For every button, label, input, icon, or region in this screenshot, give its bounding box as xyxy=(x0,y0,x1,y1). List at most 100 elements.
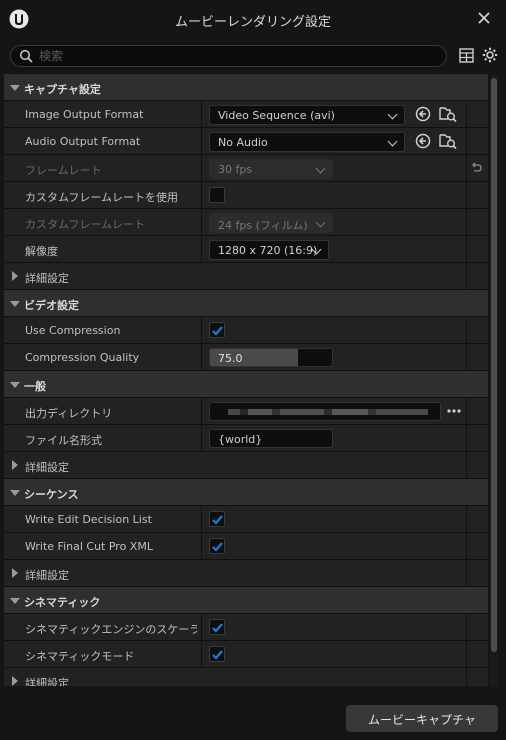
advanced-group-sequence[interactable]: 詳細設定 xyxy=(4,560,488,587)
advanced-label: 詳細設定 xyxy=(25,569,69,582)
scrollbar-thumb[interactable] xyxy=(491,78,497,652)
category-title: キャプチャ設定 xyxy=(24,83,101,96)
window-title: ムービーレンダリング設定 xyxy=(174,15,331,30)
expand-arrow-icon[interactable] xyxy=(12,460,18,470)
property-label: Write Final Cut Pro XML xyxy=(25,540,153,553)
property-row-use-compression: Use Compression xyxy=(4,317,488,344)
slider-value: 75.0 xyxy=(218,352,243,365)
table-icon[interactable] xyxy=(459,48,474,63)
property-label: カスタムフレームレートを使用 xyxy=(25,191,179,204)
browse-asset-icon[interactable] xyxy=(439,105,457,123)
resolution-combo[interactable]: 1280 x 720 (16:9) xyxy=(209,240,329,260)
checkmark-icon xyxy=(212,542,223,552)
property-row-custom-frame-rate: カスタムフレームレート 24 fps (フィルム) xyxy=(4,209,488,236)
checkmark-icon xyxy=(212,326,223,336)
category-video[interactable]: ビデオ設定 xyxy=(4,290,488,317)
back-arrow-icon[interactable] xyxy=(415,106,431,122)
checkmark-icon xyxy=(212,623,223,633)
expand-arrow-icon[interactable] xyxy=(12,568,18,578)
search-icon xyxy=(19,49,33,63)
category-title: 一般 xyxy=(24,380,46,393)
custom-frame-rate-combo: 24 fps (フィルム) xyxy=(209,213,333,233)
title-bar: ムービーレンダリング設定 xyxy=(0,0,506,38)
category-cinematic[interactable]: シネマティック xyxy=(4,587,488,614)
property-label: 解像度 xyxy=(25,245,58,258)
advanced-group-general[interactable]: 詳細設定 xyxy=(4,452,488,479)
chevron-down-icon xyxy=(315,217,326,228)
use-custom-frame-rate-checkbox[interactable] xyxy=(209,187,225,203)
cinematic-scalability-checkbox[interactable] xyxy=(209,619,225,635)
property-label: ファイル名形式 xyxy=(25,434,102,447)
capture-movie-button[interactable]: ムービーキャプチャ xyxy=(346,705,498,732)
back-arrow-icon[interactable] xyxy=(415,133,431,149)
collapse-arrow-icon[interactable] xyxy=(10,85,20,91)
combo-value: Video Sequence (avi) xyxy=(218,109,335,122)
filename-format-field[interactable]: {world} xyxy=(209,429,333,448)
chevron-down-icon xyxy=(387,136,398,147)
advanced-label: 詳細設定 xyxy=(25,272,69,285)
expand-arrow-icon[interactable] xyxy=(12,676,18,686)
category-capture[interactable]: キャプチャ設定 xyxy=(4,74,488,101)
property-label: Image Output Format xyxy=(25,108,144,121)
compression-quality-slider[interactable]: 75.0 xyxy=(209,348,333,367)
property-row-image-output-format: Image Output Format Video Sequence (avi) xyxy=(4,101,488,128)
combo-value: No Audio xyxy=(218,136,268,149)
property-label: フレームレート xyxy=(25,164,102,177)
property-row-frame-rate: フレームレート 30 fps xyxy=(4,155,488,182)
chevron-down-icon xyxy=(315,163,326,174)
footer: ムービーキャプチャ xyxy=(0,686,506,740)
cinematic-mode-checkbox[interactable] xyxy=(209,646,225,662)
combo-value: 1280 x 720 (16:9) xyxy=(218,244,318,257)
gear-icon[interactable] xyxy=(482,47,498,63)
property-row-cinematic-mode: シネマティックモード xyxy=(4,641,488,668)
collapse-arrow-icon[interactable] xyxy=(10,382,20,388)
property-row-compression-quality: Compression Quality 75.0 xyxy=(4,344,488,371)
checkmark-icon xyxy=(212,515,223,525)
checkmark-icon xyxy=(212,650,223,660)
property-label: カスタムフレームレート xyxy=(25,218,146,231)
property-row-cinematic-scalability: シネマティックエンジンのスケーラ… xyxy=(4,614,488,641)
search-box[interactable] xyxy=(10,45,447,67)
property-label: シネマティックモード xyxy=(25,650,135,663)
write-fcp-xml-checkbox[interactable] xyxy=(209,538,225,554)
property-row-audio-output-format: Audio Output Format No Audio xyxy=(4,128,488,155)
property-row-resolution: 解像度 1280 x 720 (16:9) xyxy=(4,236,488,263)
collapse-arrow-icon[interactable] xyxy=(10,490,20,496)
category-title: シーケンス xyxy=(24,488,79,501)
category-general[interactable]: 一般 xyxy=(4,371,488,398)
search-input[interactable] xyxy=(39,47,439,65)
category-title: ビデオ設定 xyxy=(24,299,79,312)
redacted-path xyxy=(228,409,428,415)
write-edl-checkbox[interactable] xyxy=(209,511,225,527)
property-row-filename-format: ファイル名形式 {world} xyxy=(4,425,488,452)
property-row-use-custom-frame-rate: カスタムフレームレートを使用 xyxy=(4,182,488,209)
browse-asset-icon[interactable] xyxy=(439,132,457,150)
category-sequence[interactable]: シーケンス xyxy=(4,479,488,506)
property-row-output-directory: 出力ディレクトリ xyxy=(4,398,488,425)
more-dots-icon[interactable] xyxy=(447,408,461,414)
combo-value: 30 fps xyxy=(218,163,253,176)
image-output-format-combo[interactable]: Video Sequence (avi) xyxy=(209,105,405,125)
advanced-group-cinematic[interactable]: 詳細設定 xyxy=(4,668,488,686)
advanced-label: 詳細設定 xyxy=(25,461,69,474)
output-directory-field[interactable] xyxy=(209,402,441,421)
property-row-write-edl: Write Edit Decision List xyxy=(4,506,488,533)
collapse-arrow-icon[interactable] xyxy=(10,301,20,307)
collapse-arrow-icon[interactable] xyxy=(10,598,20,604)
property-label: Use Compression xyxy=(25,324,121,337)
category-title: シネマティック xyxy=(24,596,101,609)
field-value: {world} xyxy=(218,433,263,446)
use-compression-checkbox[interactable] xyxy=(209,322,225,338)
property-row-write-fcp-xml: Write Final Cut Pro XML xyxy=(4,533,488,560)
chevron-down-icon xyxy=(387,109,398,120)
close-icon[interactable] xyxy=(476,10,492,26)
audio-output-format-combo[interactable]: No Audio xyxy=(209,132,405,152)
frame-rate-combo: 30 fps xyxy=(209,159,333,179)
reset-icon[interactable] xyxy=(470,162,482,174)
advanced-group-capture[interactable]: 詳細設定 xyxy=(4,263,488,290)
property-label: Write Edit Decision List xyxy=(25,513,152,526)
property-label: Audio Output Format xyxy=(25,135,141,148)
expand-arrow-icon[interactable] xyxy=(12,271,18,281)
property-label: シネマティックエンジンのスケーラ… xyxy=(25,623,197,636)
vertical-scrollbar[interactable] xyxy=(490,74,498,686)
